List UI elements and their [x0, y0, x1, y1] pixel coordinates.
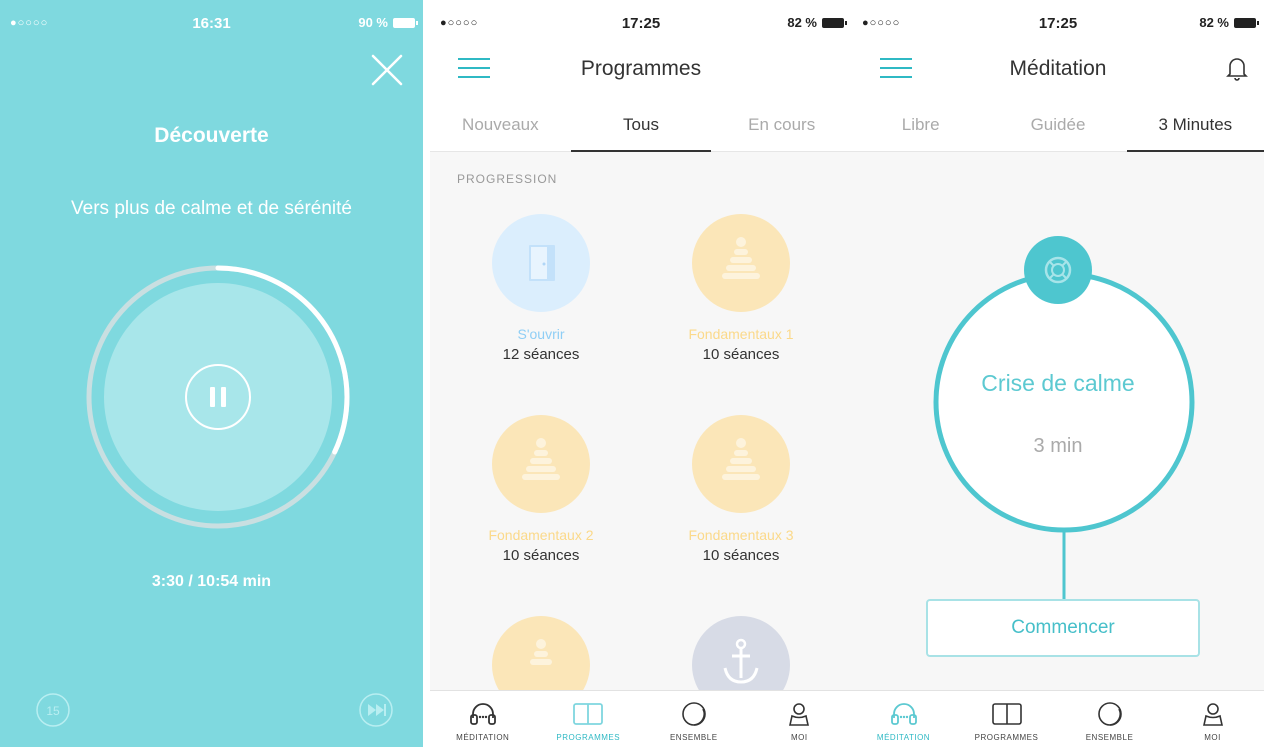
programme-name: Fondamentaux 1 [688, 326, 794, 342]
tabbar-label: MÉDITATION [456, 733, 510, 742]
programme-name: S'ouvrir [517, 326, 565, 342]
tabbar-label: PROGRAMMES [974, 733, 1039, 742]
status-bar: ●○○○○ 17:25 82 % [430, 0, 852, 40]
session-title: Crise de calme [981, 370, 1135, 396]
battery-percent: 90 % [358, 15, 388, 30]
lifebuoy-icon [1024, 236, 1092, 304]
tabbar-label: PROGRAMMES [556, 733, 621, 742]
fast-forward-icon [359, 693, 393, 727]
tab-nouveaux[interactable]: Nouveaux [430, 100, 571, 151]
close-icon[interactable] [369, 52, 405, 88]
pause-button[interactable] [183, 362, 253, 432]
tabbar-meditation[interactable]: MÉDITATION [852, 691, 955, 747]
stack-icon [492, 415, 590, 513]
tab-bar: Nouveaux Tous En cours [430, 100, 852, 152]
tabbar-label: ENSEMBLE [1085, 733, 1134, 742]
rewind-icon: 15 [36, 693, 70, 727]
stack-icon [692, 415, 790, 513]
status-right: 82 % [787, 15, 847, 30]
bottom-tab-bar: MÉDITATION PROGRAMMES ENSEMBLE MOI [852, 690, 1264, 747]
tab-libre[interactable]: Libre [852, 100, 989, 151]
book-icon [991, 703, 1022, 725]
session-subtitle: Vers plus de calme et de sérénité [71, 198, 352, 219]
programme-count: 10 séances [702, 346, 780, 363]
programme-name: Fondamentaux 2 [488, 527, 594, 543]
anchor-icon [692, 616, 790, 690]
tabbar-label: ENSEMBLE [669, 733, 718, 742]
programme-card[interactable]: Fondamentaux 2 10 séances [441, 415, 641, 564]
meditation-screen: ●○○○○ 17:25 82 % Méditation Libre Guidée… [852, 0, 1264, 747]
battery-percent: 82 % [1199, 15, 1229, 30]
circle-icon [681, 702, 706, 726]
battery-icon [393, 17, 418, 28]
status-right: 90 % [358, 15, 418, 30]
tabbar-label: MOI [790, 733, 808, 742]
person-icon [1202, 703, 1223, 726]
tab-tous[interactable]: Tous [570, 100, 712, 152]
circle-icon [1097, 702, 1122, 726]
section-label: PROGRESSION [457, 172, 558, 186]
tabbar-label: MÉDITATION [876, 733, 931, 742]
programme-card[interactable]: Fondamentaux 3 10 séances [641, 415, 841, 564]
battery-percent: 82 % [787, 15, 817, 30]
tabbar-programmes[interactable]: PROGRAMMES [955, 691, 1058, 747]
battery-icon [822, 17, 847, 28]
status-right: 82 % [1199, 15, 1259, 30]
tab-bar: Libre Guidée 3 Minutes [852, 100, 1264, 152]
programme-count: 10 séances [502, 547, 580, 564]
programme-card[interactable]: S'ouvrir 12 séances [441, 214, 641, 363]
tabbar-moi[interactable]: MOI [1161, 691, 1264, 747]
bottom-tab-bar: MÉDITATION PROGRAMMES ENSEMBLE MOI [430, 690, 852, 747]
player-screen: ●○○○○ 16:31 90 % Découverte Vers plus de… [0, 0, 423, 747]
session-title: Découverte [154, 124, 269, 147]
rewind-15-button[interactable]: 15 [33, 690, 73, 730]
page-title: Programmes [580, 57, 702, 80]
session-circle[interactable] [932, 270, 1196, 600]
tabbar-ensemble[interactable]: ENSEMBLE [641, 691, 747, 747]
book-icon [573, 703, 604, 725]
tabbar-ensemble[interactable]: ENSEMBLE [1058, 691, 1161, 747]
programme-card[interactable] [441, 616, 641, 690]
tabbar-programmes[interactable]: PROGRAMMES [536, 691, 642, 747]
skip-forward-button[interactable] [356, 690, 396, 730]
rewind-label: 15 [46, 704, 60, 718]
status-bar: ●○○○○ 16:31 90 % [0, 0, 423, 40]
battery-icon [1234, 17, 1259, 28]
tab-en-cours[interactable]: En cours [711, 100, 852, 151]
person-icon [789, 703, 810, 726]
tab-guidee[interactable]: Guidée [989, 100, 1126, 151]
programme-count: 10 séances [702, 547, 780, 564]
tabbar-meditation[interactable]: MÉDITATION [430, 691, 536, 747]
door-icon [492, 214, 590, 312]
nav-bar: Méditation [852, 40, 1264, 100]
programme-card[interactable] [641, 616, 841, 690]
tab-3-minutes[interactable]: 3 Minutes [1126, 100, 1264, 152]
stack-icon [492, 616, 590, 690]
elapsed-time: 3:30 / 10:54 min [151, 573, 272, 590]
nav-bar: Programmes [430, 40, 852, 100]
programme-card[interactable]: Fondamentaux 1 10 séances [641, 214, 841, 363]
bell-icon[interactable] [1224, 54, 1250, 82]
session-duration: 3 min [1033, 435, 1083, 457]
meditation-content: Crise de calme 3 min Commencer [852, 152, 1264, 690]
headphones-icon [890, 703, 917, 725]
headphones-icon [469, 703, 496, 725]
programmes-screen: ●○○○○ 17:25 82 % Programmes Nouveaux Tou… [430, 0, 852, 747]
programme-count: 12 séances [502, 346, 580, 363]
programme-name: Fondamentaux 3 [688, 527, 794, 543]
start-button[interactable]: Commencer [926, 599, 1200, 657]
stack-icon [692, 214, 790, 312]
tabbar-moi[interactable]: MOI [747, 691, 853, 747]
programme-list: PROGRESSION S'ouvrir 12 séances Fondamen… [430, 152, 852, 690]
status-bar: ●○○○○ 17:25 82 % [852, 0, 1264, 40]
tabbar-label: MOI [1204, 733, 1221, 742]
page-title: Méditation [1009, 57, 1107, 80]
